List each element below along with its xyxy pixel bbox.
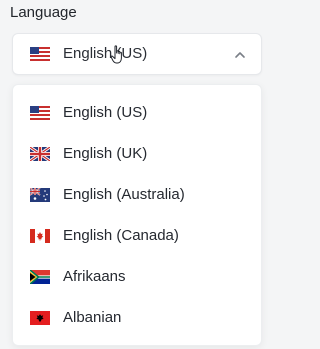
option-label: Afrikaans	[63, 268, 126, 285]
us-flag-icon	[30, 106, 50, 120]
language-label: Language	[10, 4, 77, 21]
selected-language: English (US)	[63, 45, 148, 62]
option-english-australia[interactable]: English (Australia)	[13, 175, 261, 216]
australia-flag-icon	[30, 188, 50, 202]
option-label: Albanian	[63, 309, 122, 326]
option-english-uk[interactable]: English (UK)	[13, 134, 261, 175]
albania-flag-icon	[30, 311, 50, 325]
option-albanian[interactable]: Albanian	[13, 298, 261, 339]
option-label: English (Australia)	[63, 186, 185, 203]
chevron-up-icon[interactable]	[233, 48, 247, 62]
option-afrikaans[interactable]: Afrikaans	[13, 257, 261, 298]
option-label: English (Canada)	[63, 227, 179, 244]
language-dropdown-list[interactable]: English (US) English (UK) English (Austr…	[12, 84, 262, 346]
option-english-canada[interactable]: English (Canada)	[13, 216, 261, 257]
us-flag-icon	[30, 47, 50, 61]
language-select[interactable]: English (US)	[12, 33, 262, 75]
canada-flag-icon	[30, 229, 50, 243]
uk-flag-icon	[30, 147, 50, 161]
hand-cursor-icon	[110, 45, 126, 70]
south-africa-flag-icon	[30, 270, 50, 284]
option-label: English (UK)	[63, 145, 148, 162]
option-english-us[interactable]: English (US)	[13, 93, 261, 134]
option-label: English (US)	[63, 104, 148, 121]
